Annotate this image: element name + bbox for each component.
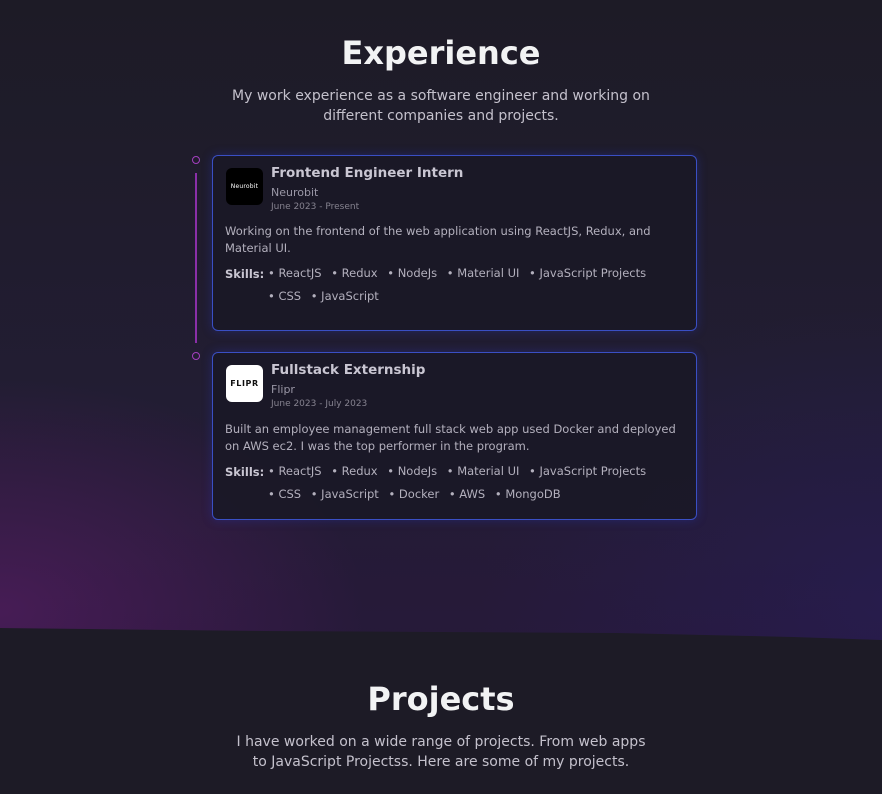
- skill-tag: • Docker: [388, 487, 440, 501]
- skills-label: Skills:: [225, 267, 265, 281]
- skills-list: • ReactJS • Redux • NodeJs • Material UI…: [268, 460, 688, 506]
- timeline-dot: [192, 352, 200, 360]
- experience-title: Experience: [341, 34, 541, 72]
- experience-description-text: Working on the frontend of the web appli…: [225, 224, 651, 255]
- skill-tag: • Material UI: [446, 266, 520, 280]
- skill-tag: • MongoDB: [494, 487, 561, 501]
- skill-tag: • AWS: [448, 487, 486, 501]
- timeline-connector: [195, 173, 197, 343]
- experience-date: June 2023 - Present: [271, 202, 360, 212]
- experience-company: Neurobit: [271, 186, 319, 199]
- timeline-dot: [192, 156, 200, 164]
- skill-tag: • JavaScript: [310, 289, 379, 303]
- skill-tag: • CSS: [268, 289, 302, 303]
- skill-tag: • JavaScript Projects: [529, 464, 647, 478]
- skill-tag: • Redux: [331, 266, 378, 280]
- experience-description: My work experience as a software enginee…: [232, 88, 650, 124]
- skill-tag: • Material UI: [446, 464, 520, 478]
- skill-tag: • NodeJs: [387, 464, 438, 478]
- neurobit-logo: Neurobit: [226, 168, 263, 205]
- projects-title: Projects: [367, 680, 515, 718]
- skill-tag: • CSS: [268, 487, 302, 501]
- skill-tag: • NodeJs: [387, 266, 438, 280]
- skill-tag: • JavaScript: [310, 487, 379, 501]
- skill-tag: • ReactJS: [268, 266, 322, 280]
- experience-company: Flipr: [271, 383, 295, 396]
- experience-card[interactable]: FLIPR Fullstack Externship Flipr June 20…: [212, 352, 697, 520]
- skills-list: • ReactJS • Redux • NodeJs • Material UI…: [268, 262, 688, 308]
- experience-role: Frontend Engineer Intern: [271, 165, 464, 181]
- skill-tag: • ReactJS: [268, 464, 322, 478]
- projects-description: I have worked on a wide range of project…: [236, 734, 646, 770]
- flipr-logo: FLIPR: [226, 365, 263, 402]
- experience-card[interactable]: Neurobit Frontend Engineer Intern Neurob…: [212, 155, 697, 331]
- skill-tag: • Redux: [331, 464, 378, 478]
- skills-label: Skills:: [225, 465, 265, 479]
- experience-role: Fullstack Externship: [271, 362, 426, 378]
- experience-date: June 2023 - July 2023: [271, 399, 368, 409]
- skill-tag: • JavaScript Projects: [529, 266, 647, 280]
- experience-description-text: Built an employee management full stack …: [225, 422, 676, 453]
